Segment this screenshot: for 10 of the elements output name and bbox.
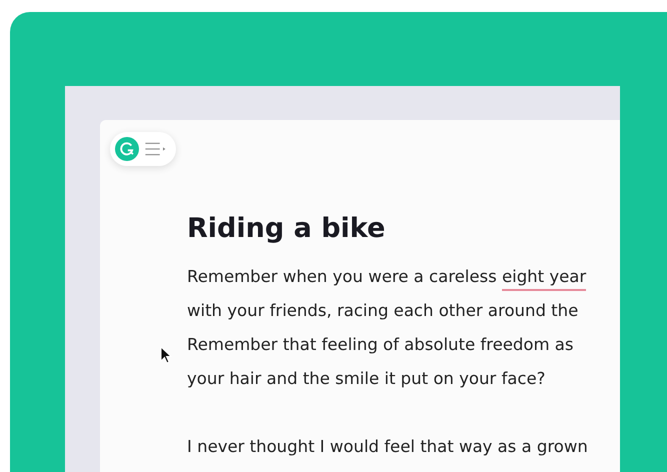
logo-icon: [115, 137, 139, 161]
text-line: Remember that feeling of absolute freedom as: [187, 335, 574, 354]
document-title: Riding a bike: [187, 212, 386, 246]
underlined-phrase[interactable]: eight year: [502, 267, 586, 291]
text-line: your hair and the smile it put on your face?: [187, 369, 546, 388]
text-line: Remember when you were a careless: [187, 267, 498, 286]
text-line: with your friends, racing each other around the: [187, 301, 578, 320]
assistant-widget[interactable]: [110, 132, 176, 166]
mouse-pointer-icon: [160, 346, 172, 364]
text-line: I never thought I would feel that way as a grown: [187, 437, 588, 456]
